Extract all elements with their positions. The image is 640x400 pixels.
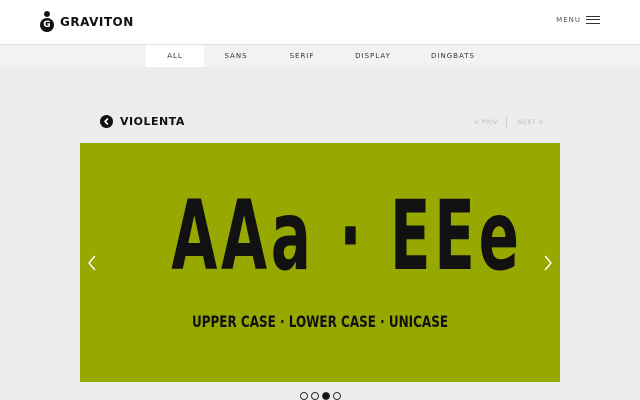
- font-title: VIOLENTA: [120, 114, 185, 128]
- category-filter-bar: ALL SANS SERIF DISPLAY DINGBATS: [0, 45, 640, 67]
- logo-letter: G: [40, 18, 54, 32]
- chevron-left-icon: [88, 255, 96, 271]
- specimen-glyphs: AAa · EEe: [171, 180, 523, 292]
- next-font-link[interactable]: NEXT >: [518, 119, 544, 126]
- menu-label: MENU: [556, 16, 581, 24]
- specimen-slide: AAa · EEe UPPER CASE · LOWER CASE · UNIC…: [80, 143, 560, 382]
- filter-display[interactable]: DISPLAY: [344, 45, 402, 67]
- chevron-left-icon: [104, 117, 109, 125]
- filter-all[interactable]: ALL: [146, 45, 204, 67]
- slide-dot-1[interactable]: [300, 392, 308, 400]
- filter-serif[interactable]: SERIF: [278, 45, 326, 67]
- logo-dot: [44, 11, 50, 17]
- slide-dot-4[interactable]: [333, 392, 341, 400]
- slide-next-arrow[interactable]: [541, 253, 555, 273]
- slide-prev-arrow[interactable]: [85, 253, 99, 273]
- hamburger-icon: [586, 16, 600, 24]
- prev-font-link[interactable]: < PRIV: [474, 119, 498, 126]
- logo-text: GRAVITON: [60, 15, 134, 29]
- slide-dot-3[interactable]: [322, 392, 330, 400]
- specimen-caption: UPPER CASE · LOWER CASE · UNICASE: [191, 312, 449, 331]
- pager-divider: [506, 117, 507, 128]
- logo-mark-icon: G: [40, 11, 54, 33]
- slide-pagination: [300, 392, 344, 400]
- slide-dot-2[interactable]: [311, 392, 319, 400]
- chevron-right-icon: [544, 255, 552, 271]
- filter-sans[interactable]: SANS: [212, 45, 260, 67]
- back-button[interactable]: [100, 114, 113, 128]
- logo[interactable]: G GRAVITON: [40, 10, 134, 34]
- menu-button[interactable]: MENU: [556, 16, 600, 24]
- site-header: G GRAVITON MENU: [0, 0, 640, 45]
- font-title-row: VIOLENTA: [100, 113, 185, 129]
- filter-dingbats[interactable]: DINGBATS: [420, 45, 486, 67]
